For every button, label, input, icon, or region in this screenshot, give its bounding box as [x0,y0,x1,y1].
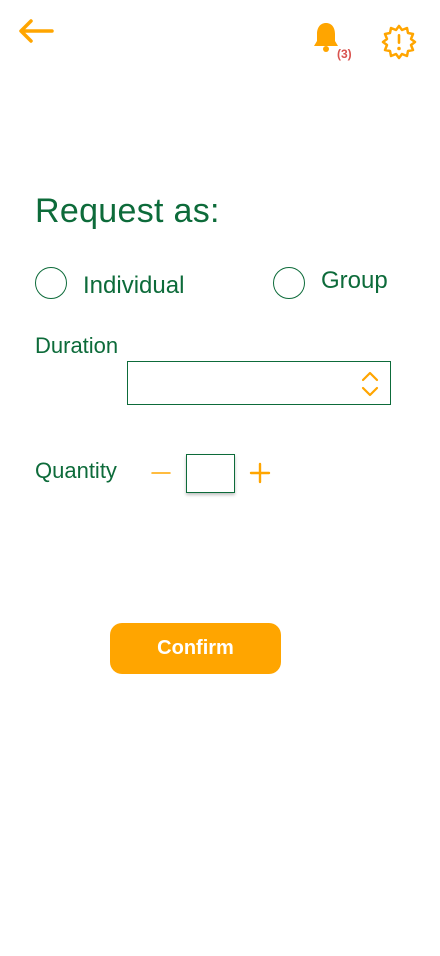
spinner-chevrons-icon[interactable] [360,368,380,400]
gear-alert-icon [381,24,417,60]
duration-select[interactable] [127,361,391,405]
group-radio[interactable] [273,267,305,299]
individual-label: Individual [83,272,185,299]
quantity-input[interactable] [186,454,235,493]
page-title: Request as: [35,192,220,230]
arrow-left-icon [19,19,54,43]
increase-quantity-button[interactable] [247,458,273,488]
confirm-button[interactable]: Confirm [110,623,281,674]
settings-button[interactable] [381,24,417,60]
quantity-label: Quantity [35,458,117,483]
plus-icon [249,462,271,484]
decrease-quantity-button[interactable] [149,458,173,488]
notification-count-badge: (3) [337,47,352,61]
back-button[interactable] [16,16,56,48]
minus-icon [151,472,171,474]
group-label: Group [321,267,388,294]
duration-label: Duration [35,333,119,358]
individual-radio[interactable] [35,267,67,299]
